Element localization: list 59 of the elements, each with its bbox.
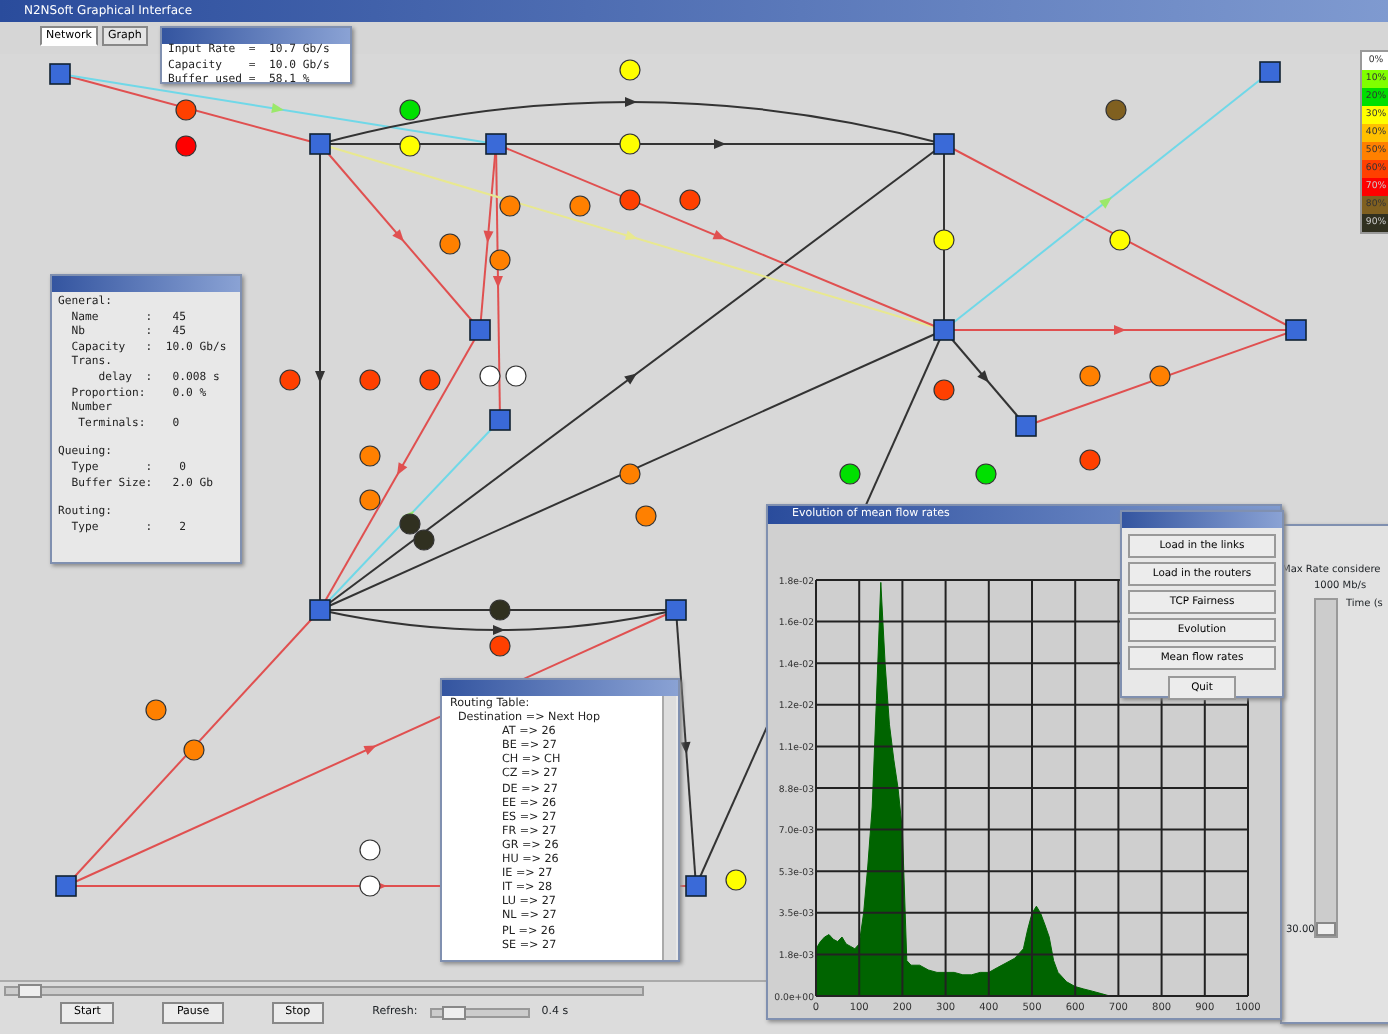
load-marker [619,463,641,485]
load-marker [359,839,381,861]
load-marker [359,875,381,897]
load-marker [183,739,205,761]
load-marker [499,195,521,217]
load-marker [279,369,301,391]
load-marker [489,249,511,271]
position-slider[interactable] [4,986,644,996]
load-marker [145,699,167,721]
router-node[interactable] [1015,415,1037,437]
scrollbar[interactable] [662,696,676,960]
router-node[interactable] [489,409,511,431]
router-node[interactable] [49,63,71,85]
load-marker [839,463,861,485]
load-marker [619,189,641,211]
refresh-slider[interactable] [429,1008,530,1018]
router-node[interactable] [685,875,707,897]
load-marker [975,463,997,485]
load-marker [1079,449,1101,471]
load-marker [413,529,435,551]
router-node[interactable] [485,133,507,155]
router-node[interactable] [309,599,331,621]
load-marker [1149,365,1171,387]
load-marker [569,195,591,217]
router-node[interactable] [933,133,955,155]
load-marker [175,99,197,121]
slider-thumb[interactable] [18,984,42,998]
load-marker [399,99,421,121]
router-node[interactable] [469,319,491,341]
load-marker [1079,365,1101,387]
load-marker [679,189,701,211]
load-marker [1105,99,1127,121]
load-marker [359,489,381,511]
load-marker [489,599,511,621]
load-marker [635,505,657,527]
load-marker [619,59,641,81]
load-marker [419,369,441,391]
load-marker [359,369,381,391]
slider-thumb[interactable] [1316,922,1336,936]
router-node[interactable] [933,319,955,341]
router-node[interactable] [665,599,687,621]
load-marker [933,379,955,401]
load-marker [399,135,421,157]
load-marker [505,365,527,387]
router-node[interactable] [1259,61,1281,83]
load-marker [399,513,421,535]
load-marker [725,869,747,891]
load-marker [439,233,461,255]
router-node[interactable] [309,133,331,155]
load-marker [489,635,511,657]
load-marker [1109,229,1131,251]
load-marker [359,445,381,467]
load-marker [175,135,197,157]
load-marker [619,133,641,155]
slider-thumb[interactable] [442,1006,467,1020]
load-marker [933,229,955,251]
router-node[interactable] [55,875,77,897]
load-marker [479,365,501,387]
router-node[interactable] [1285,319,1307,341]
